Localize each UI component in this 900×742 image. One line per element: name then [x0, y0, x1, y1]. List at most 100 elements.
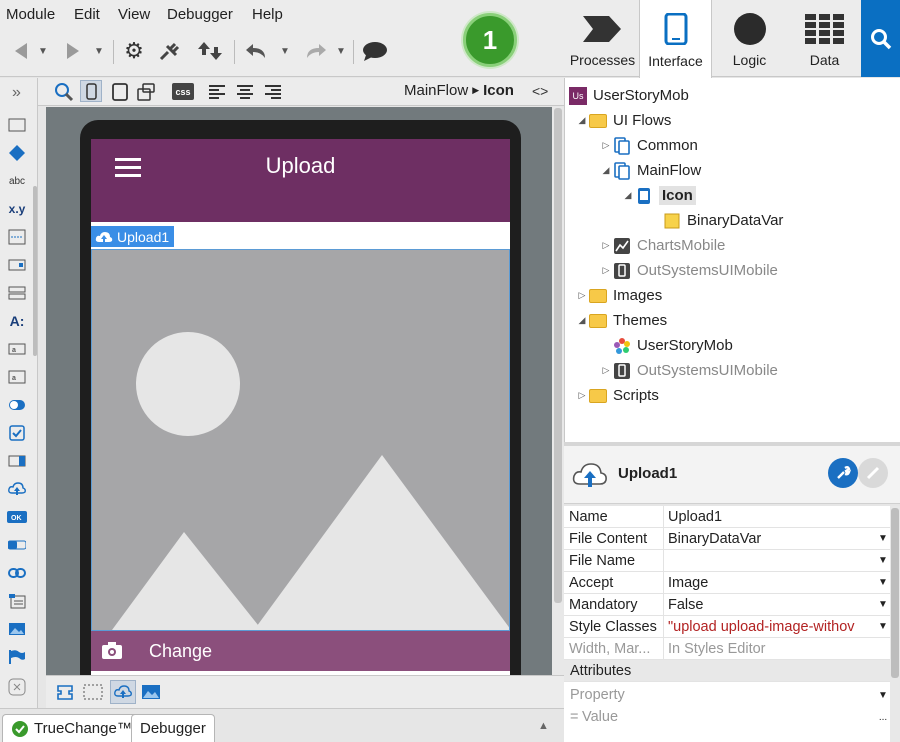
dropdown-arrow-icon[interactable]: ▼	[876, 555, 890, 566]
tab-interface[interactable]: Interface	[639, 0, 712, 78]
tab-truechange[interactable]: TrueChange™	[2, 714, 141, 742]
button-group-widget-icon[interactable]	[6, 536, 28, 554]
expand-arrow-icon[interactable]: ▷	[575, 290, 589, 301]
tablet-preview-icon[interactable]	[110, 82, 130, 105]
change-image-bar[interactable]: Change	[91, 631, 510, 671]
property-value[interactable]: False	[664, 594, 876, 615]
properties-scrollbar-thumb[interactable]	[891, 508, 899, 678]
rotate-preview-icon[interactable]	[136, 82, 156, 105]
tree-item-binarydatavar[interactable]: BinaryDataVar	[663, 208, 783, 233]
input-widget-icon[interactable]	[6, 256, 28, 274]
breadcrumb-screen[interactable]: Icon	[483, 82, 514, 99]
dropdown-arrow-icon[interactable]: ▼	[876, 621, 890, 632]
tab-logic[interactable]: Logic	[713, 0, 786, 77]
property-row-file-content[interactable]: File Content BinaryDataVar ▼	[564, 528, 890, 550]
menu-debugger[interactable]: Debugger	[167, 6, 233, 23]
text-widget-icon[interactable]: abc	[6, 172, 28, 190]
upload-widget-icon[interactable]	[6, 480, 28, 498]
expand-panel-icon[interactable]: ▲	[538, 720, 549, 732]
close-widget-icon[interactable]	[6, 678, 28, 696]
container-widget-icon[interactable]	[6, 116, 28, 134]
align-center-icon[interactable]	[236, 84, 254, 103]
tree-item-icon-screen[interactable]: ◢ Icon	[621, 183, 696, 208]
tree-item-common[interactable]: ▷ Common	[599, 133, 698, 158]
link-widget-icon[interactable]	[6, 564, 28, 582]
select-area-icon[interactable]	[83, 684, 103, 703]
property-value[interactable]: Image	[664, 572, 876, 593]
property-row-mandatory[interactable]: Mandatory False ▼	[564, 594, 890, 616]
tree-item-theme-userstorymob[interactable]: UserStoryMob	[613, 333, 733, 358]
property-row-accept[interactable]: Accept Image ▼	[564, 572, 890, 594]
menu-module[interactable]: Module	[6, 6, 55, 23]
menu-help[interactable]: Help	[252, 6, 283, 23]
property-value[interactable]: "upload upload-image-withov	[664, 616, 876, 637]
attribute-value-placeholder[interactable]: Value	[582, 709, 876, 725]
css-editor-button[interactable]: css	[172, 83, 194, 100]
collapse-arrow-icon[interactable]: ◢	[621, 190, 635, 201]
collapse-arrow-icon[interactable]: ◢	[575, 115, 589, 126]
phone-preview-toggle[interactable]	[80, 80, 102, 102]
tree-item-mainflow[interactable]: ◢ MainFlow	[599, 158, 701, 183]
undo-icon[interactable]	[242, 38, 272, 64]
collapse-arrow-icon[interactable]: ◢	[575, 315, 589, 326]
property-value[interactable]: BinaryDataVar	[664, 528, 876, 549]
tree-item-module[interactable]: Us UserStoryMob	[569, 83, 689, 108]
attribute-property-input[interactable]: Property ▼	[564, 684, 890, 706]
align-left-icon[interactable]	[208, 84, 226, 103]
code-toggle-button[interactable]: <>	[532, 83, 548, 99]
widget-tree-icon[interactable]	[55, 683, 75, 704]
zoom-preview-icon[interactable]	[54, 82, 74, 105]
list-widget-icon[interactable]	[6, 284, 28, 302]
tree-item-theme-outsystemsuimobile[interactable]: ▷ OutSystemsUIMobile	[599, 358, 778, 383]
dropdown-widget-icon[interactable]	[6, 452, 28, 470]
expression-widget-icon[interactable]: x.y	[6, 200, 28, 218]
tree-item-themes[interactable]: ◢ Themes	[575, 308, 668, 333]
back-icon[interactable]	[8, 38, 34, 64]
dropdown-arrow-icon[interactable]: ▼	[876, 533, 890, 544]
settings-gear-icon[interactable]: ⚙	[120, 38, 148, 64]
expand-arrow-icon[interactable]: ▷	[599, 265, 613, 276]
attribute-property-placeholder[interactable]: Property	[564, 687, 876, 703]
upload-widget-selector[interactable]	[110, 680, 136, 704]
tab-processes[interactable]: Processes	[566, 0, 639, 77]
textbox-widget-icon[interactable]: a	[6, 340, 28, 358]
expand-arrow-icon[interactable]: ▷	[575, 390, 589, 401]
back-dropdown-icon[interactable]: ▼	[36, 38, 50, 64]
canvas-scrollbar-thumb[interactable]	[554, 108, 562, 603]
tree-item-outsystemsuimobile[interactable]: ▷ OutSystemsUIMobile	[599, 258, 778, 283]
collapse-arrow-icon[interactable]: ◢	[599, 165, 613, 176]
expand-arrow-icon[interactable]: ▷	[599, 240, 613, 251]
form-widget-icon[interactable]	[6, 228, 28, 246]
tree-item-images[interactable]: ▷ Images	[575, 283, 663, 308]
tab-data[interactable]: Data	[788, 0, 861, 77]
checkbox-widget-icon[interactable]	[6, 424, 28, 442]
menu-edit[interactable]: Edit	[74, 6, 100, 23]
comment-icon[interactable]	[360, 38, 390, 64]
expand-toolbox-icon[interactable]: »	[12, 84, 21, 102]
plug-icon[interactable]	[155, 38, 185, 64]
notification-badge[interactable]: 1	[463, 13, 517, 67]
property-row-width-margins[interactable]: Width, Mar... In Styles Editor	[564, 638, 890, 660]
dropdown-arrow-icon[interactable]: ▼	[876, 690, 890, 701]
properties-wrench-button[interactable]	[828, 458, 858, 488]
tree-item-chartsmobile[interactable]: ▷ ChartsMobile	[599, 233, 726, 258]
tab-debugger[interactable]: Debugger	[131, 714, 215, 742]
dropdown-arrow-icon[interactable]: ▼	[876, 577, 890, 588]
menu-view[interactable]: View	[118, 6, 150, 23]
undo-dropdown-icon[interactable]: ▼	[278, 38, 292, 64]
tree-item-scripts[interactable]: ▷ Scripts	[575, 383, 659, 408]
property-row-style-classes[interactable]: Style Classes "upload upload-image-witho…	[564, 616, 890, 638]
image-widget-icon[interactable]	[6, 620, 28, 638]
property-value[interactable]	[664, 550, 876, 571]
flag-widget-icon[interactable]	[6, 648, 28, 666]
styles-button[interactable]	[858, 458, 888, 488]
widget-tag[interactable]: Upload1	[91, 226, 175, 247]
property-value[interactable]: Upload1	[664, 506, 890, 527]
publish-icon[interactable]	[195, 38, 225, 64]
upload-image-area[interactable]	[91, 249, 510, 631]
forward-dropdown-icon[interactable]: ▼	[92, 38, 106, 64]
block-widget-icon[interactable]	[6, 144, 28, 162]
dropdown-arrow-icon[interactable]: ▼	[876, 599, 890, 610]
align-right-icon[interactable]	[264, 84, 282, 103]
more-options-button[interactable]: ...	[876, 712, 890, 723]
